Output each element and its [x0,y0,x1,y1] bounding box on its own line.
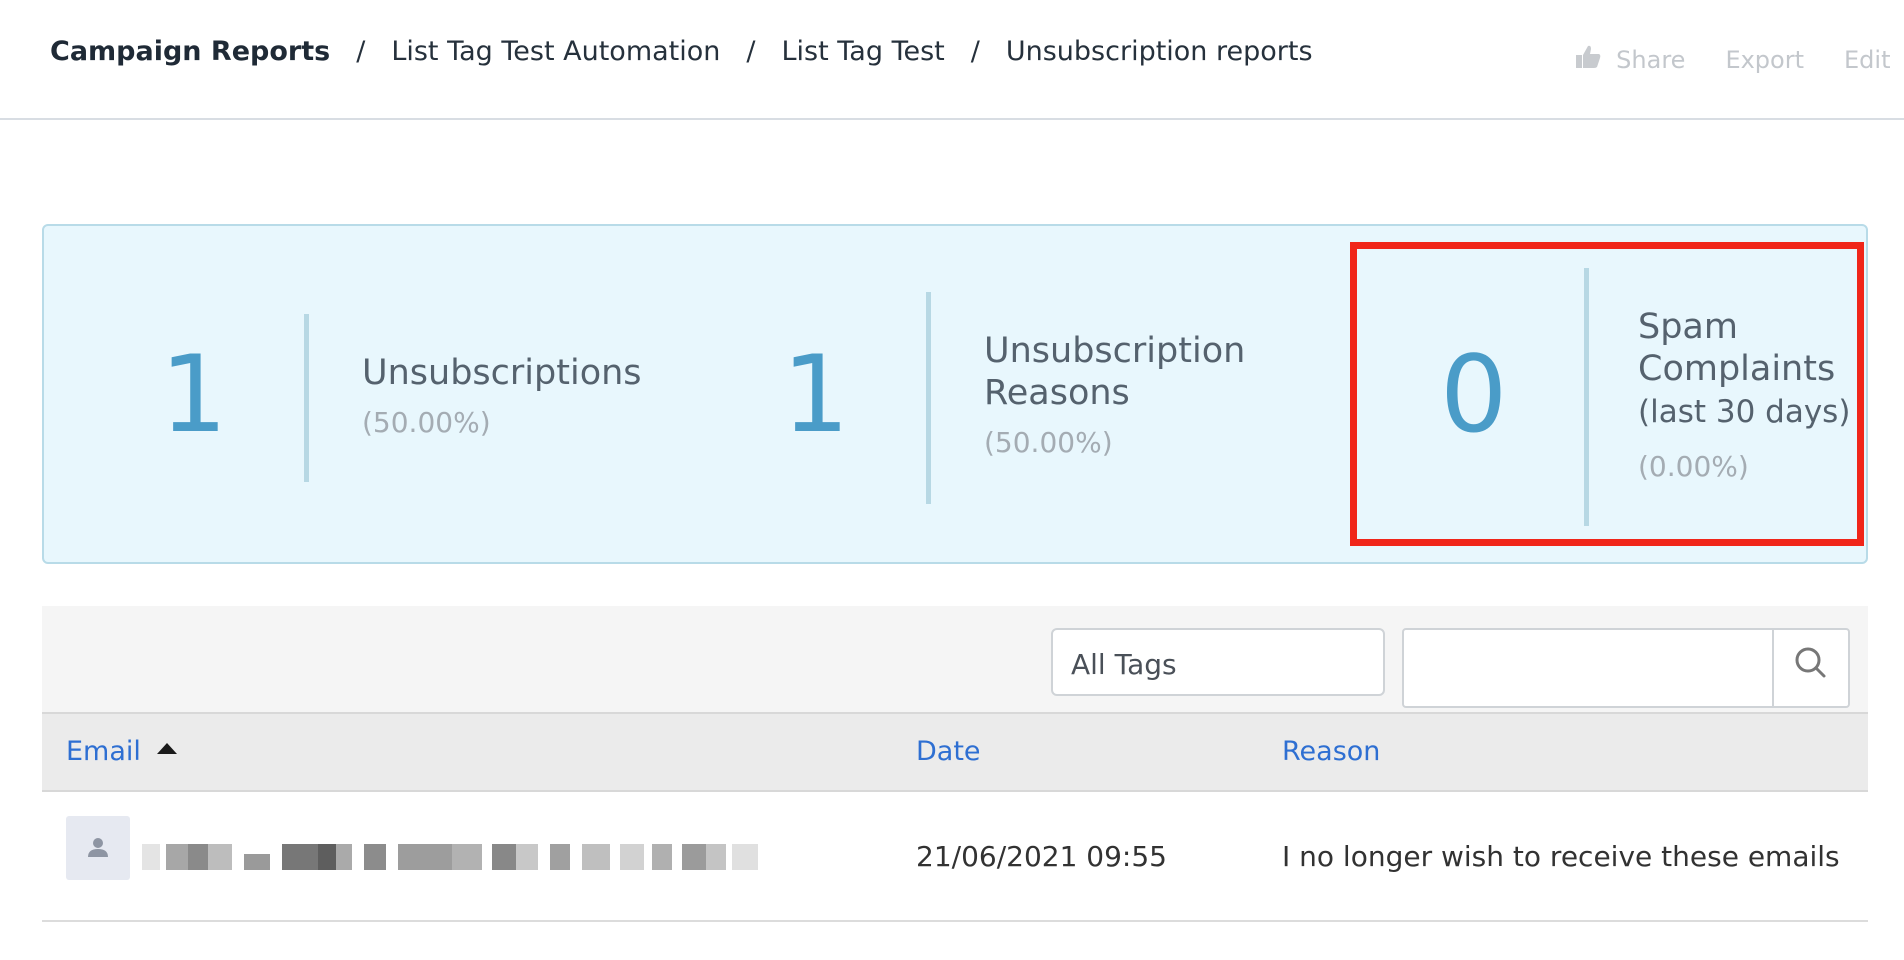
breadcrumb-separator: / [970,36,980,67]
column-header-email-label: Email [66,736,141,767]
email-cell-redacted [142,844,762,870]
stat-value: 1 [782,333,850,456]
breadcrumb: Campaign Reports / List Tag Test Automat… [50,36,1313,67]
stat-divider [926,292,931,504]
stat-value: 1 [160,333,228,456]
breadcrumb-separator: / [746,36,756,67]
search-icon [1795,647,1826,678]
stat-divider [304,314,309,482]
column-header-email[interactable]: Email [66,736,177,767]
avatar [66,816,130,880]
tags-filter-select[interactable]: All Tags [1051,628,1385,696]
breadcrumb-separator: / [356,36,366,67]
date-cell: 21/06/2021 09:55 [916,840,1167,873]
stat-percent: (50.00%) [984,426,1113,459]
export-button[interactable]: Export [1725,46,1804,74]
stat-unsubscriptions: 1 Unsubscriptions (50.00%) [44,226,664,562]
sort-ascending-icon [156,743,177,754]
share-button[interactable]: Share [1574,44,1685,76]
user-icon [88,838,108,857]
thumbs-up-icon [1574,44,1602,76]
stat-label: Unsubscriptions [362,353,642,393]
export-label: Export [1725,46,1804,74]
column-header-date[interactable]: Date [916,736,981,767]
highlight-box [1350,242,1864,546]
table-row[interactable]: 21/06/2021 09:55 I no longer wish to rec… [42,792,1868,922]
stat-percent: (50.00%) [362,406,491,439]
breadcrumb-campaign-reports[interactable]: Campaign Reports [50,36,330,67]
breadcrumb-list-tag-test[interactable]: List Tag Test [782,36,945,67]
share-label: Share [1616,46,1686,74]
search-box [1402,628,1850,708]
table-header: Email Date Reason [42,712,1868,792]
column-header-reason[interactable]: Reason [1282,736,1380,767]
edit-button[interactable]: Edit [1844,46,1904,74]
edit-label: Edit [1844,46,1891,74]
reason-cell: I no longer wish to receive these emails [1282,840,1840,873]
breadcrumb-unsubscription-reports: Unsubscription reports [1005,36,1313,67]
page-header: Campaign Reports / List Tag Test Automat… [0,0,1904,120]
search-button[interactable] [1772,630,1850,706]
breadcrumb-list-tag-test-automation[interactable]: List Tag Test Automation [391,36,720,67]
stat-label: Unsubscription Reasons [984,331,1246,413]
header-actions: Share Export Edit [1574,44,1904,76]
search-input[interactable] [1404,630,1776,708]
stat-unsubscription-reasons: 1 Unsubscription Reasons (50.00%) [664,226,1284,562]
